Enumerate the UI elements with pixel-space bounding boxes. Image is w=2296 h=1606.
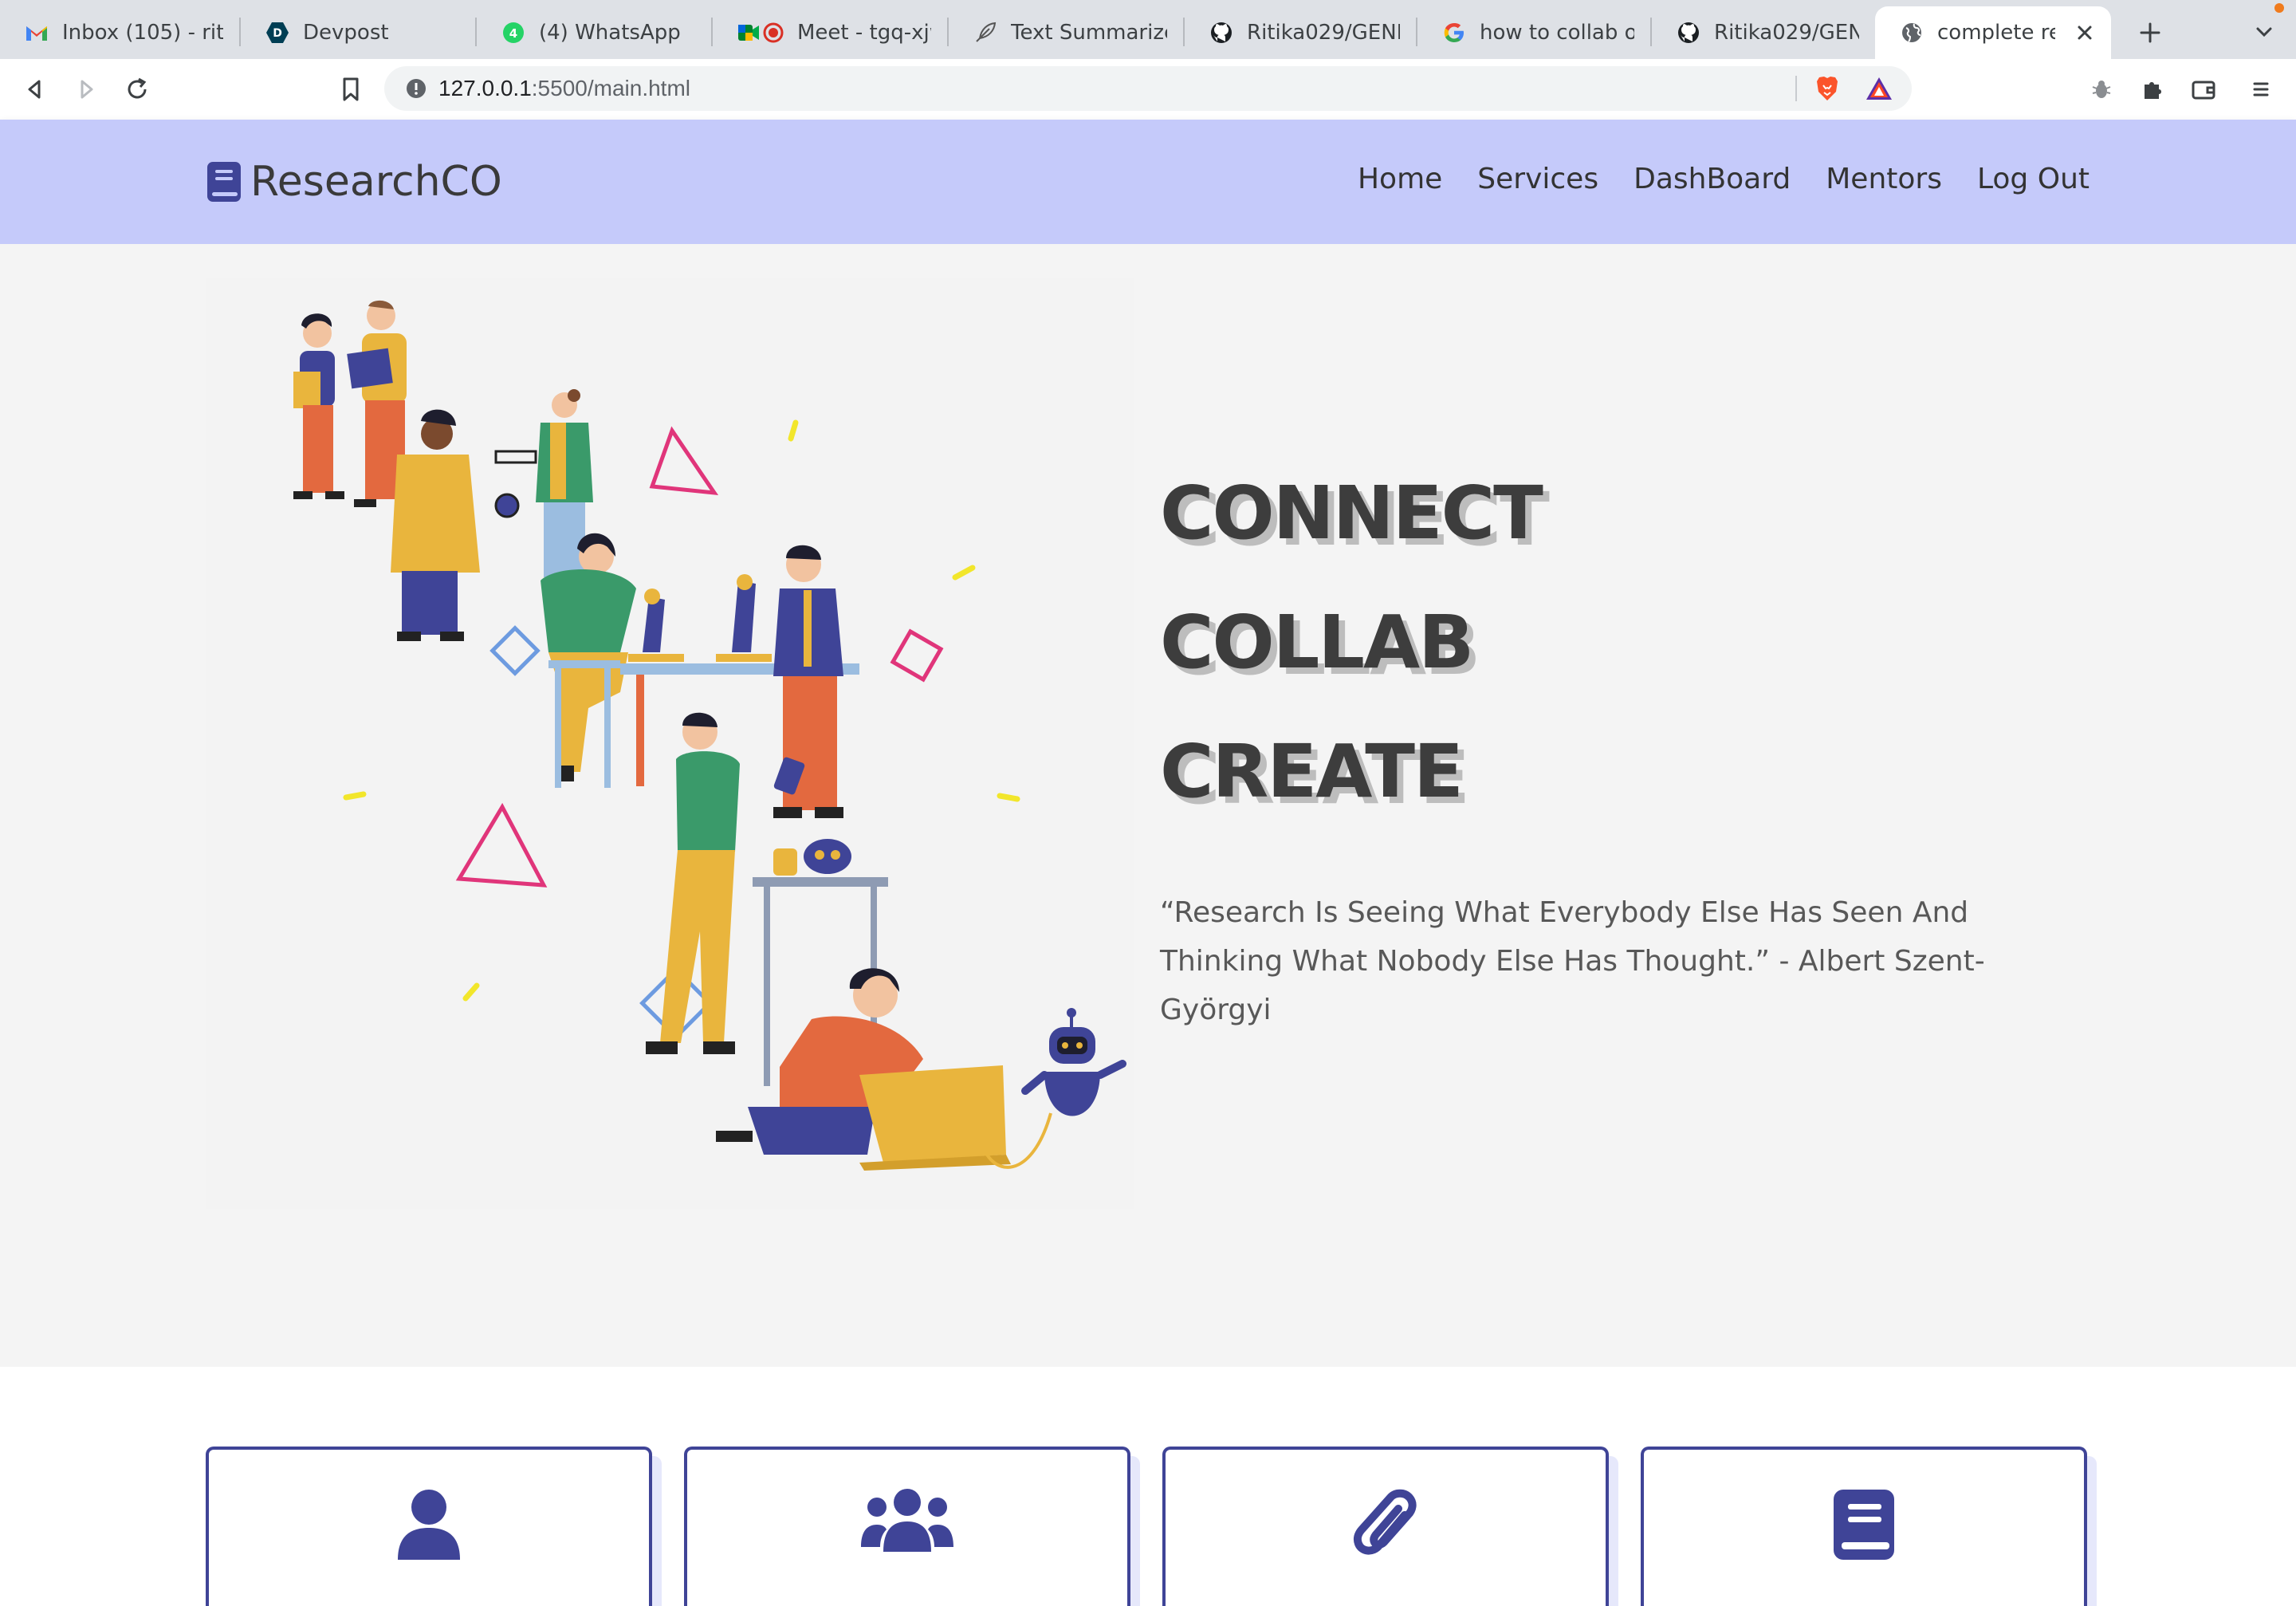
site-navbar: ResearchCO Home Services DashBoard Mento…: [0, 120, 2296, 244]
tab-label: Devpost: [303, 21, 389, 45]
browser-toolbar: 127.0.0.1:5500/main.html: [0, 59, 2296, 120]
tab-gmail[interactable]: Inbox (105) - ritikar: [0, 6, 239, 59]
github-icon: [1676, 20, 1701, 45]
tab-whatsapp[interactable]: 4 (4) WhatsApp: [477, 6, 711, 59]
bookmark-icon[interactable]: [335, 73, 367, 105]
nav-services[interactable]: Services: [1477, 163, 1598, 195]
services-cards: [0, 1367, 2296, 1606]
nav-logout[interactable]: Log Out: [1977, 163, 2090, 195]
menu-icon[interactable]: [2245, 73, 2277, 105]
google-icon: [1441, 20, 1467, 45]
tab-label: Meet - tgq-xjww: [797, 21, 931, 45]
nav-mentors[interactable]: Mentors: [1826, 163, 1942, 195]
paperclip-icon: [1352, 1488, 1419, 1563]
tab-label: Ritika029/GENESIS: [1247, 21, 1400, 45]
users-icon: [859, 1488, 955, 1555]
tab-text-summarizer[interactable]: Text Summarizer | C: [949, 6, 1183, 59]
wallet-icon[interactable]: [2188, 73, 2219, 105]
service-card-attachments[interactable]: [1162, 1447, 1609, 1606]
brave-shields-icon[interactable]: [1813, 74, 1842, 103]
close-tab-icon[interactable]: [2073, 21, 2097, 45]
svg-text:4: 4: [509, 26, 517, 41]
address-bar[interactable]: 127.0.0.1:5500/main.html: [384, 66, 1912, 111]
brand-name: ResearchCO: [250, 158, 502, 206]
service-card-publications[interactable]: [1641, 1447, 2087, 1606]
reload-icon[interactable]: [121, 73, 153, 105]
whatsapp-icon: 4: [501, 20, 526, 45]
user-icon: [396, 1488, 462, 1563]
tab-label: Inbox (105) - ritikar: [62, 21, 223, 45]
url-path: :5500/main.html: [531, 76, 690, 100]
research-team-illustration: [206, 278, 1134, 1209]
forward-icon[interactable]: [70, 73, 102, 105]
headline-create: CREATE: [1160, 729, 1464, 814]
extension-bug-icon[interactable]: [2086, 73, 2117, 105]
book-icon: [206, 160, 242, 203]
extensions-puzzle-icon[interactable]: [2137, 73, 2168, 105]
tab-label: how to collab on ar: [1480, 21, 1634, 45]
main-nav: Home Services DashBoard Mentors Log Out: [1323, 163, 2090, 195]
tab-meet[interactable]: Meet - tgq-xjww: [713, 6, 947, 59]
service-card-collaborators[interactable]: [684, 1447, 1130, 1606]
update-indicator: [2274, 3, 2284, 13]
nav-dashboard[interactable]: DashBoard: [1634, 163, 1791, 195]
tab-label: Text Summarizer | C: [1011, 21, 1167, 45]
tab-search-chevron-icon[interactable]: [2248, 16, 2280, 48]
tab-github-genesis[interactable]: Ritika029/GENESIS: [1185, 6, 1416, 59]
devpost-icon: D: [265, 20, 290, 45]
tab-google-search[interactable]: how to collab on ar: [1417, 6, 1650, 59]
page-viewport: ResearchCO Home Services DashBoard Mento…: [0, 120, 2296, 1606]
tab-label: Ritika029/GENESIS: [1714, 21, 1859, 45]
tab-devpost[interactable]: D Devpost: [241, 6, 475, 59]
hero-section: CONNECT COLLAB CREATE “Research Is Seein…: [0, 244, 2296, 1367]
browser-tab-strip: Inbox (105) - ritikar D Devpost 4 (4) Wh…: [0, 0, 2296, 59]
back-icon[interactable]: [19, 73, 51, 105]
tab-github-genesis-2[interactable]: Ritika029/GENESIS: [1652, 6, 1875, 59]
tab-label: (4) WhatsApp: [539, 21, 681, 45]
site-info-icon[interactable]: [403, 76, 429, 101]
service-card-profile[interactable]: [206, 1447, 652, 1606]
tab-active-page[interactable]: complete respo: [1875, 6, 2111, 59]
url-text: 127.0.0.1:5500/main.html: [438, 76, 690, 101]
brand-logo[interactable]: ResearchCO: [206, 158, 502, 206]
svg-text:D: D: [273, 27, 282, 40]
nav-home[interactable]: Home: [1358, 163, 1442, 195]
brave-rewards-icon[interactable]: [1864, 74, 1894, 103]
book-icon: [1832, 1488, 1896, 1563]
hero-quote: “Research Is Seeing What Everybody Else …: [1160, 896, 1985, 1026]
feather-icon: [973, 20, 998, 45]
meet-icon: [737, 20, 784, 45]
gmail-icon: [24, 20, 49, 45]
url-host: 127.0.0.1: [438, 76, 532, 100]
globe-icon: [1899, 20, 1924, 45]
github-icon: [1209, 20, 1234, 45]
headline-connect: CONNECT: [1160, 470, 1543, 556]
tab-label: complete respo: [1937, 21, 2055, 45]
new-tab-icon[interactable]: [2130, 13, 2170, 53]
headline-collab: COLLAB: [1160, 600, 1474, 685]
